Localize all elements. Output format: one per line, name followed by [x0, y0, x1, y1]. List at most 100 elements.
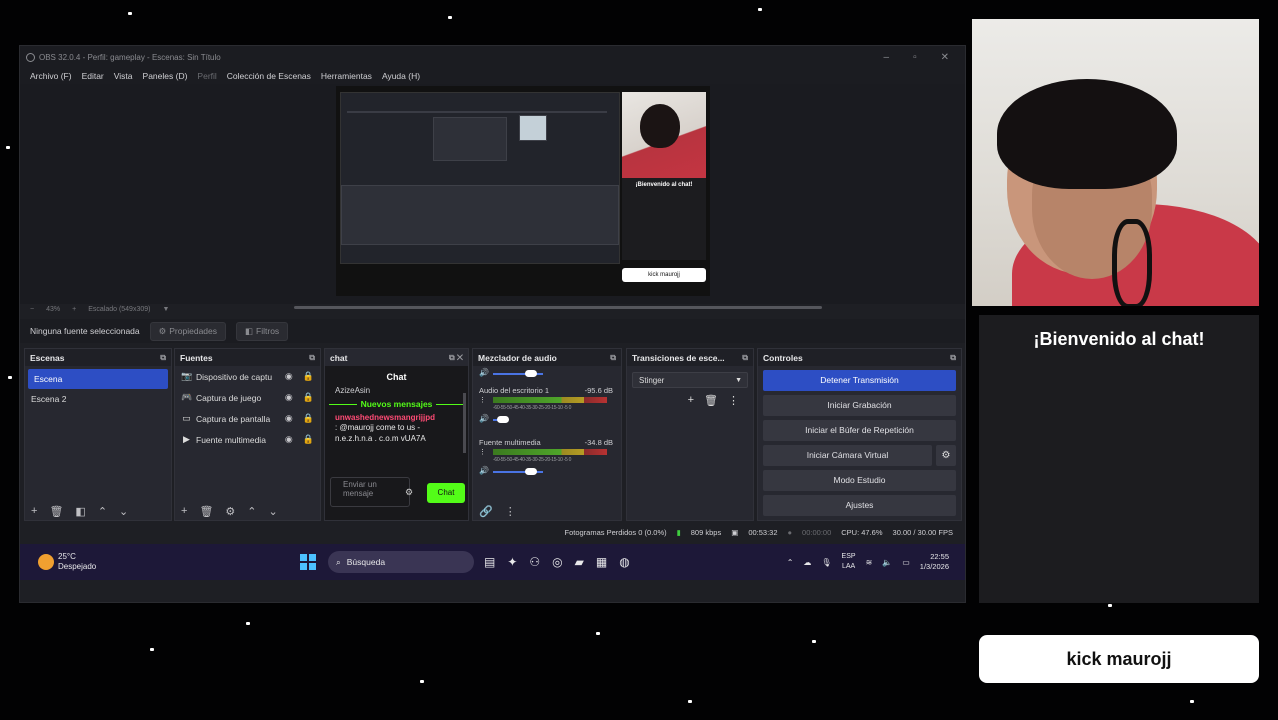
language-indicator[interactable]: ESP LAA: [842, 552, 856, 572]
edge-icon[interactable]: ◎: [552, 555, 562, 569]
chat-send-button[interactable]: Chat: [427, 483, 465, 503]
taskbar-search[interactable]: ⌕ Búsqueda: [328, 551, 474, 573]
undock-icon[interactable]: ⧉: [610, 353, 621, 363]
store-icon[interactable]: ▦: [596, 555, 607, 569]
speaker-icon[interactable]: 🔊: [479, 414, 489, 423]
preview-area[interactable]: ¡Bienvenido al chat! kick maurojj: [20, 84, 965, 304]
fps: 30.00 / 30.00 FPS: [892, 527, 953, 537]
source-item[interactable]: ▭ Captura de pantalla ◉ 🔒: [175, 408, 320, 429]
transition-select[interactable]: Stinger ▼: [632, 372, 748, 388]
star: [1190, 700, 1194, 703]
scene-item[interactable]: Escena 2: [25, 389, 171, 409]
menu-herramientas[interactable]: Herramientas: [321, 71, 372, 81]
eye-icon[interactable]: ◉: [285, 392, 293, 403]
stop-streaming-button[interactable]: Detener Transmisión: [763, 370, 956, 391]
eye-icon[interactable]: ◉: [285, 434, 293, 445]
volume-knob[interactable]: [497, 416, 509, 423]
chat-settings-icon[interactable]: ⚙: [405, 487, 413, 498]
speaker-icon[interactable]: 🔊: [479, 466, 489, 475]
eye-icon[interactable]: ◉: [285, 413, 293, 424]
replay-buffer-button[interactable]: Iniciar el Búfer de Repetición: [763, 420, 956, 441]
chevron-down-icon[interactable]: ▼: [162, 306, 169, 313]
undock-icon[interactable]: ⧉: [742, 353, 753, 363]
stream-icon: ▣: [731, 527, 739, 537]
gear-icon[interactable]: ⚙: [936, 445, 956, 466]
virtual-camera-button[interactable]: Iniciar Cámara Virtual: [763, 445, 932, 466]
menu-ayuda[interactable]: Ayuda (H): [382, 71, 420, 81]
source-item[interactable]: 📷 Dispositivo de captu ◉ 🔒: [175, 366, 320, 387]
menu-vista[interactable]: Vista: [114, 71, 133, 81]
eye-icon[interactable]: ◉: [285, 371, 293, 382]
source-item[interactable]: 🎮 Captura de juego ◉ 🔒: [175, 387, 320, 408]
scene-item[interactable]: Escena: [28, 369, 168, 389]
chat-scrollbar[interactable]: [463, 393, 466, 453]
zoom-in-icon[interactable]: +: [72, 306, 76, 313]
mixer-channel-partial: 🔊: [473, 366, 621, 384]
maximize-button[interactable]: ▫: [913, 52, 917, 63]
battery-icon[interactable]: ▭: [902, 558, 910, 567]
link-icon[interactable]: 🔗: [479, 505, 493, 518]
add-icon[interactable]: +: [688, 394, 694, 407]
trash-icon[interactable]: 🗑: [704, 394, 718, 407]
properties-button[interactable]: ⚙ Propiedades: [149, 321, 226, 341]
add-icon[interactable]: +: [181, 505, 187, 518]
more-icon[interactable]: ⋮: [505, 505, 516, 518]
undock-icon[interactable]: ⧉: [160, 353, 171, 363]
filter-icon[interactable]: ◧: [75, 505, 85, 518]
trash-icon[interactable]: 🗑: [49, 505, 63, 518]
weather-widget[interactable]: 25°C Despejado: [20, 552, 300, 572]
up-icon[interactable]: ⌃: [98, 505, 107, 518]
zoom-out-icon[interactable]: −: [30, 306, 34, 313]
cloud-icon[interactable]: ☁: [803, 558, 811, 567]
mixer-channel: Audio del escritorio 1 -95.6 dB ⋮ -60-55…: [473, 384, 621, 436]
close-button[interactable]: ✕: [941, 52, 949, 63]
undock-icon[interactable]: ⧉: [309, 353, 320, 363]
wifi-icon[interactable]: ≋: [866, 558, 873, 567]
zoom-mode[interactable]: Escalado (549x309): [88, 306, 150, 313]
task-view-icon[interactable]: ▤: [484, 555, 495, 569]
menu-perfil[interactable]: Perfil: [197, 71, 216, 81]
up-icon[interactable]: ⌃: [247, 505, 256, 518]
more-icon[interactable]: ⋮: [479, 396, 486, 404]
source-item[interactable]: ▶ Fuente multimedia ◉ 🔒: [175, 429, 320, 450]
down-icon[interactable]: ⌄: [269, 505, 278, 518]
mic-icon[interactable]: 🎙: [821, 558, 831, 567]
gear-icon[interactable]: ⚙: [225, 505, 235, 518]
teams-icon[interactable]: ⚇: [529, 555, 540, 569]
studio-mode-button[interactable]: Modo Estudio: [763, 470, 956, 491]
volume-icon[interactable]: 🔈: [882, 558, 892, 567]
menu-coleccion[interactable]: Colección de Escenas: [227, 71, 311, 81]
chevron-up-icon[interactable]: ⌃: [787, 558, 794, 567]
chat-username[interactable]: unwashednewsmangrijjpd: [325, 413, 468, 422]
undock-icon[interactable]: ⧉: [950, 353, 961, 363]
trash-icon[interactable]: 🗑: [199, 505, 213, 518]
menu-paneles[interactable]: Paneles (D): [143, 71, 188, 81]
down-icon[interactable]: ⌄: [119, 505, 128, 518]
copilot-icon[interactable]: ✦: [507, 555, 517, 569]
start-icon[interactable]: [300, 554, 316, 570]
volume-knob[interactable]: [525, 370, 537, 377]
minimize-button[interactable]: –: [884, 52, 890, 63]
obs-icon[interactable]: ◍: [619, 555, 629, 569]
lock-icon[interactable]: 🔒: [303, 413, 314, 424]
preview-scrollbar[interactable]: [294, 306, 822, 309]
preview-canvas[interactable]: ¡Bienvenido al chat! kick maurojj: [336, 86, 710, 296]
start-recording-button[interactable]: Iniciar Grabación: [763, 395, 956, 416]
volume-knob[interactable]: [525, 468, 537, 475]
filters-button[interactable]: ◧ Filtros: [236, 321, 289, 341]
clock[interactable]: 22:55 1/3/2026: [920, 552, 949, 572]
chat-input[interactable]: Enviar un mensaje: [330, 477, 410, 507]
speaker-icon[interactable]: 🔊: [479, 368, 489, 377]
settings-button[interactable]: Ajustes: [763, 495, 956, 516]
stream-overlay: OBS 32.0.4 - Perfil: gameplay - Escenas:…: [0, 0, 1278, 720]
more-icon[interactable]: ⋮: [728, 394, 739, 407]
menu-editar[interactable]: Editar: [82, 71, 104, 81]
lock-icon[interactable]: 🔒: [303, 392, 314, 403]
lock-icon[interactable]: 🔒: [303, 434, 314, 445]
more-icon[interactable]: ⋮: [479, 448, 486, 456]
menu-archivo[interactable]: Archivo (F): [30, 71, 72, 81]
undock-icon[interactable]: ⧉ ✕: [449, 353, 468, 363]
add-icon[interactable]: +: [31, 505, 37, 518]
lock-icon[interactable]: 🔒: [303, 371, 314, 382]
folder-icon[interactable]: ▰: [575, 555, 584, 569]
